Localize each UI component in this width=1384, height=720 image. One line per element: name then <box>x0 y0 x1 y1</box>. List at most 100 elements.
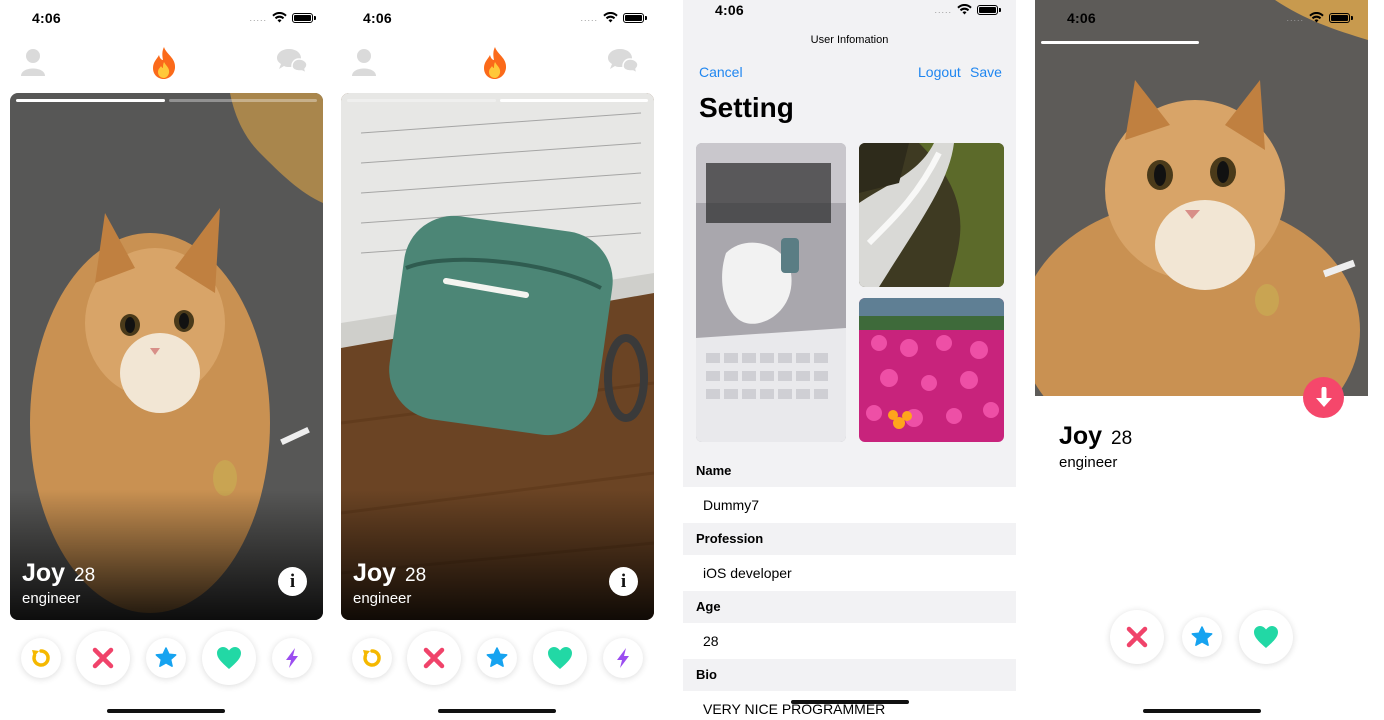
info-button[interactable]: i <box>609 567 638 596</box>
signal-icon: ..... <box>934 4 952 15</box>
like-button[interactable] <box>202 631 256 685</box>
name-field[interactable]: Dummy7 <box>683 487 1016 523</box>
profession-field[interactable]: iOS developer <box>683 555 1016 591</box>
like-button[interactable] <box>533 631 587 685</box>
cat-photo-large <box>1035 0 1368 396</box>
profile-age: 28 <box>1111 428 1133 449</box>
profile-card[interactable]: Joy 28 engineer i <box>10 93 323 620</box>
cancel-button[interactable]: Cancel <box>699 64 743 80</box>
profile-detail-screen: 4:06 ..... Joy 28 engineer <box>1035 0 1368 720</box>
home-indicator <box>106 709 225 713</box>
photo-indicator-2 <box>499 99 648 102</box>
photo-progress <box>347 99 648 102</box>
age-field[interactable]: 28 <box>683 623 1016 659</box>
boost-button[interactable] <box>603 638 643 678</box>
section-header-profession: Profession <box>696 531 764 546</box>
like-icon <box>1254 626 1278 648</box>
wifi-icon <box>1309 12 1324 23</box>
logout-button[interactable]: Logout <box>918 64 961 80</box>
save-button[interactable]: Save <box>970 64 1002 80</box>
chat-icon[interactable] <box>277 48 308 79</box>
flame-icon[interactable] <box>481 46 509 85</box>
profile-photo-2[interactable] <box>859 143 1004 287</box>
like-icon <box>548 647 572 669</box>
nope-button[interactable] <box>407 631 461 685</box>
photo-indicator-2 <box>168 99 317 102</box>
boost-button[interactable] <box>272 638 312 678</box>
status-icons: ..... <box>1286 12 1353 23</box>
photo-indicator-1 <box>1041 41 1199 44</box>
profile-photo-1[interactable] <box>696 143 846 442</box>
signal-icon: ..... <box>249 12 267 23</box>
action-bar <box>331 630 662 686</box>
nope-button[interactable] <box>1110 610 1164 664</box>
profile-job: engineer <box>22 590 81 607</box>
info-button[interactable]: i <box>278 567 307 596</box>
settings-screen: 4:06 ..... User Infomation Cancel Logout… <box>683 0 1016 720</box>
super-like-button[interactable] <box>1182 617 1222 657</box>
super-like-button[interactable] <box>477 638 517 678</box>
profile-age: 28 <box>74 565 96 586</box>
section-header-name: Name <box>696 463 732 478</box>
wifi-icon <box>272 12 287 23</box>
swipe-screen-cat: 4:06 ..... Joy 28 engineer i <box>0 0 331 720</box>
rewind-button[interactable] <box>352 638 392 678</box>
super-like-button[interactable] <box>146 638 186 678</box>
boost-icon <box>286 648 298 668</box>
status-time: 4:06 <box>363 10 392 26</box>
profile-age: 28 <box>405 565 427 586</box>
photo-indicator-1 <box>347 99 496 102</box>
status-time: 4:06 <box>32 10 61 26</box>
profile-card[interactable]: Joy 28 engineer i <box>341 93 654 620</box>
signal-icon: ..... <box>580 12 598 23</box>
swipe-screen-airpods: 4:06 ..... Joy 28 engineer i <box>331 0 662 720</box>
nope-icon <box>423 647 445 669</box>
profile-name: Joy 28 <box>22 559 96 587</box>
profile-photo-3[interactable] <box>859 298 1004 442</box>
status-time: 4:06 <box>715 2 744 18</box>
nope-icon <box>92 647 114 669</box>
like-icon <box>217 647 241 669</box>
super-like-icon <box>486 647 508 667</box>
super-like-icon <box>1191 626 1213 646</box>
rewind-icon <box>363 649 381 667</box>
arrow-down-icon <box>1315 386 1332 407</box>
battery-icon <box>292 12 316 23</box>
status-icons: ..... <box>580 12 647 23</box>
nope-button[interactable] <box>76 631 130 685</box>
signal-icon: ..... <box>1286 12 1304 23</box>
section-header-age: Age <box>696 599 721 614</box>
photo-indicator-1 <box>16 99 165 102</box>
rewind-button[interactable] <box>21 638 61 678</box>
home-indicator <box>790 700 909 704</box>
home-indicator <box>1142 709 1261 713</box>
action-bar <box>0 630 331 686</box>
super-like-icon <box>155 647 177 667</box>
battery-icon <box>977 4 1001 15</box>
chat-icon[interactable] <box>608 48 639 79</box>
profile-job: engineer <box>1059 454 1118 471</box>
nope-icon <box>1126 626 1148 648</box>
like-button[interactable] <box>1239 610 1293 664</box>
profile-name: Joy 28 <box>353 559 427 587</box>
sheet-title: User Infomation <box>810 34 889 46</box>
dismiss-detail-button[interactable] <box>1303 377 1344 418</box>
flame-icon[interactable] <box>150 46 178 85</box>
user-icon[interactable] <box>351 48 377 81</box>
wifi-icon <box>957 4 972 15</box>
status-time: 4:06 <box>1067 10 1096 26</box>
boost-icon <box>617 648 629 668</box>
home-indicator <box>437 709 556 713</box>
battery-icon <box>1329 12 1353 23</box>
wifi-icon <box>603 12 618 23</box>
user-icon[interactable] <box>20 48 46 81</box>
status-icons: ..... <box>934 4 1001 15</box>
page-title: Setting <box>699 92 794 123</box>
section-header-bio: Bio <box>696 667 717 682</box>
bio-field[interactable]: VERY NICE PROGRAMMER <box>683 691 1016 720</box>
photo-progress <box>16 99 317 102</box>
battery-icon <box>623 12 647 23</box>
rewind-icon <box>32 649 50 667</box>
profile-job: engineer <box>353 590 412 607</box>
profile-name: Joy 28 <box>1059 422 1133 450</box>
